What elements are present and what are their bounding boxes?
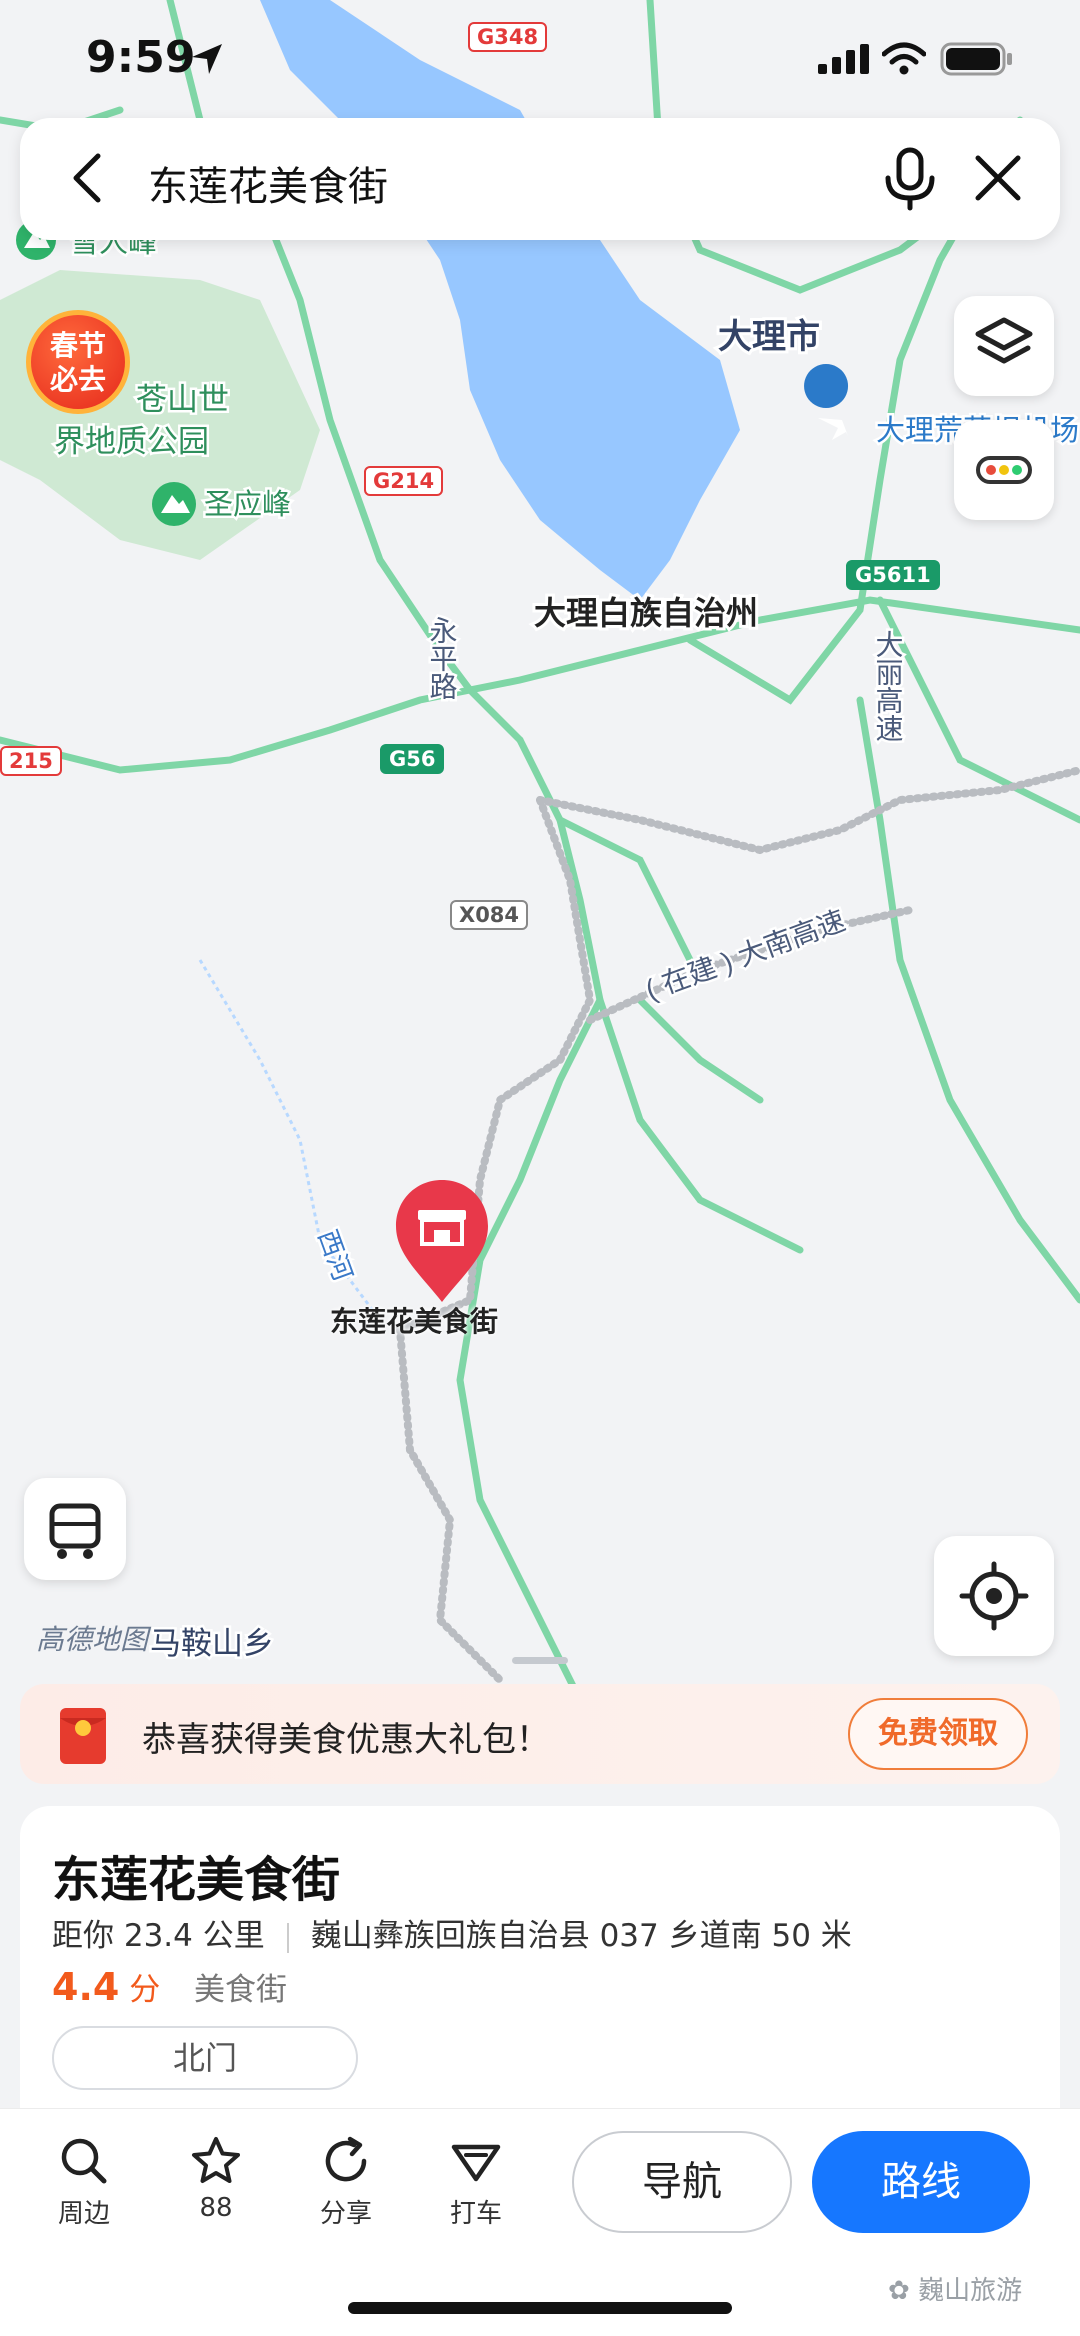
poi-title: 东莲花美食街 [52,1852,341,1908]
amap-watermark: 高德地图 [36,1623,149,1656]
taxi-button[interactable]: 打车 [426,2135,526,2230]
traffic-button[interactable] [954,420,1054,520]
shield-x084: X084 [450,900,529,930]
battery-icon [940,42,1012,76]
badge-line-2: 必去 [49,363,106,396]
poi-distance: 距你 23.4 公里 [52,1918,265,1954]
label-cangshan-line2: 界地质公园 [54,424,209,459]
bus-icon [49,1503,101,1559]
shield-g56: G56 [380,744,445,774]
navigate-button[interactable]: 导航 [572,2131,792,2233]
microphone-icon[interactable] [880,146,940,212]
label-dali-expressway: 大丽高速 [873,630,904,742]
close-icon[interactable] [968,148,1028,208]
search-bar[interactable]: 东莲花美食街 [20,118,1060,240]
label-cangshan-line1: 苍山世 [136,382,229,417]
nearby-label: 周边 [57,2199,110,2229]
claim-free-button[interactable]: 免费领取 [848,1698,1028,1770]
label-shengyingfeng: 圣应峰 [204,488,291,521]
shield-g5611: G5611 [846,560,940,590]
shield-g214: G214 [364,466,444,496]
search-icon [61,2138,107,2184]
home-indicator[interactable] [348,2302,732,2314]
status-bar: 9:59 [0,0,1080,120]
poi-pin-label: 东莲花美食街 [330,1305,499,1338]
label-dali-city: 大理市 [718,317,820,356]
poi-detail-card[interactable]: 东莲花美食街 距你 23.4 公里 巍山彝族回族自治县 037 乡道南 50 米 … [20,1806,1060,2126]
nearby-button[interactable]: 周边 [34,2135,134,2230]
search-query[interactable]: 东莲花美食街 [148,154,388,212]
label-yongping-road: 永平路 [427,616,458,700]
route-button[interactable]: 路线 [812,2131,1030,2233]
taxi-label: 打车 [449,2199,502,2229]
wechat-account-name: 巍山旅游 [918,2276,1023,2306]
share-icon [325,2136,367,2182]
share-button[interactable]: 分享 [296,2135,396,2230]
favorite-button[interactable]: 88 [166,2135,266,2223]
badge-line-1: 春节 [49,329,106,362]
map-canvas[interactable]: 大理市 大理白族自治州 大理荒草坝机场 雪人峰 苍山世 界地质公园 圣应峰 永平… [0,0,1080,1820]
poi-rating-unit: 分 [129,1972,161,2008]
poi-category: 美食街 [194,1972,288,2008]
share-label: 分享 [319,2199,372,2229]
locate-me-button[interactable] [934,1536,1054,1656]
poi-pin-icon[interactable] [390,1176,494,1306]
crosshair-icon [959,1561,1029,1631]
mountain-icon-shengyingfeng [152,482,196,526]
wifi-icon [882,42,926,75]
amap-poi-screen: 大理市 大理白族自治州 大理荒草坝机场 雪人峰 苍山世 界地质公园 圣应峰 永平… [0,0,1080,2336]
star-icon [192,2137,240,2183]
layers-icon [975,317,1033,364]
favorites-count: 88 [199,2193,233,2223]
transit-button[interactable] [24,1478,126,1580]
taxi-icon [451,2144,501,2182]
poi-meta: 距你 23.4 公里 巍山彝族回族自治县 037 乡道南 50 米 [52,1910,852,1955]
label-anshan: 马鞍山乡 [150,1626,274,1661]
status-time: 9:59 [86,32,196,83]
meta-divider [286,1922,289,1953]
sheet-drag-handle[interactable] [512,1657,568,1664]
poi-address: 巍山彝族回族自治县 037 乡道南 50 米 [310,1918,852,1954]
promo-text: 恭喜获得美食优惠大礼包！ [142,1720,550,1760]
wechat-watermark: ✿ 巍山旅游 [888,2270,1022,2307]
cellular-signal-icon [818,44,869,74]
back-icon[interactable] [60,148,120,208]
wechat-icon: ✿ [888,2276,919,2306]
shield-g215: 215 [0,746,62,776]
spring-festival-badge[interactable]: 春节 必去 [26,310,130,414]
label-dali-prefecture: 大理白族自治州 [534,595,758,631]
poi-rating: 4.4 [52,1965,120,2009]
location-arrow-icon [192,44,222,74]
food-promo-banner[interactable]: 恭喜获得美食优惠大礼包！ 免费领取 [20,1684,1060,1784]
poi-rating-row: 4.4 分 美食街 [52,1964,287,2009]
layers-button[interactable] [954,296,1054,396]
traffic-icon [976,456,1032,484]
red-envelope-icon [60,1708,106,1764]
gate-chip-north[interactable]: 北门 [52,2026,358,2090]
